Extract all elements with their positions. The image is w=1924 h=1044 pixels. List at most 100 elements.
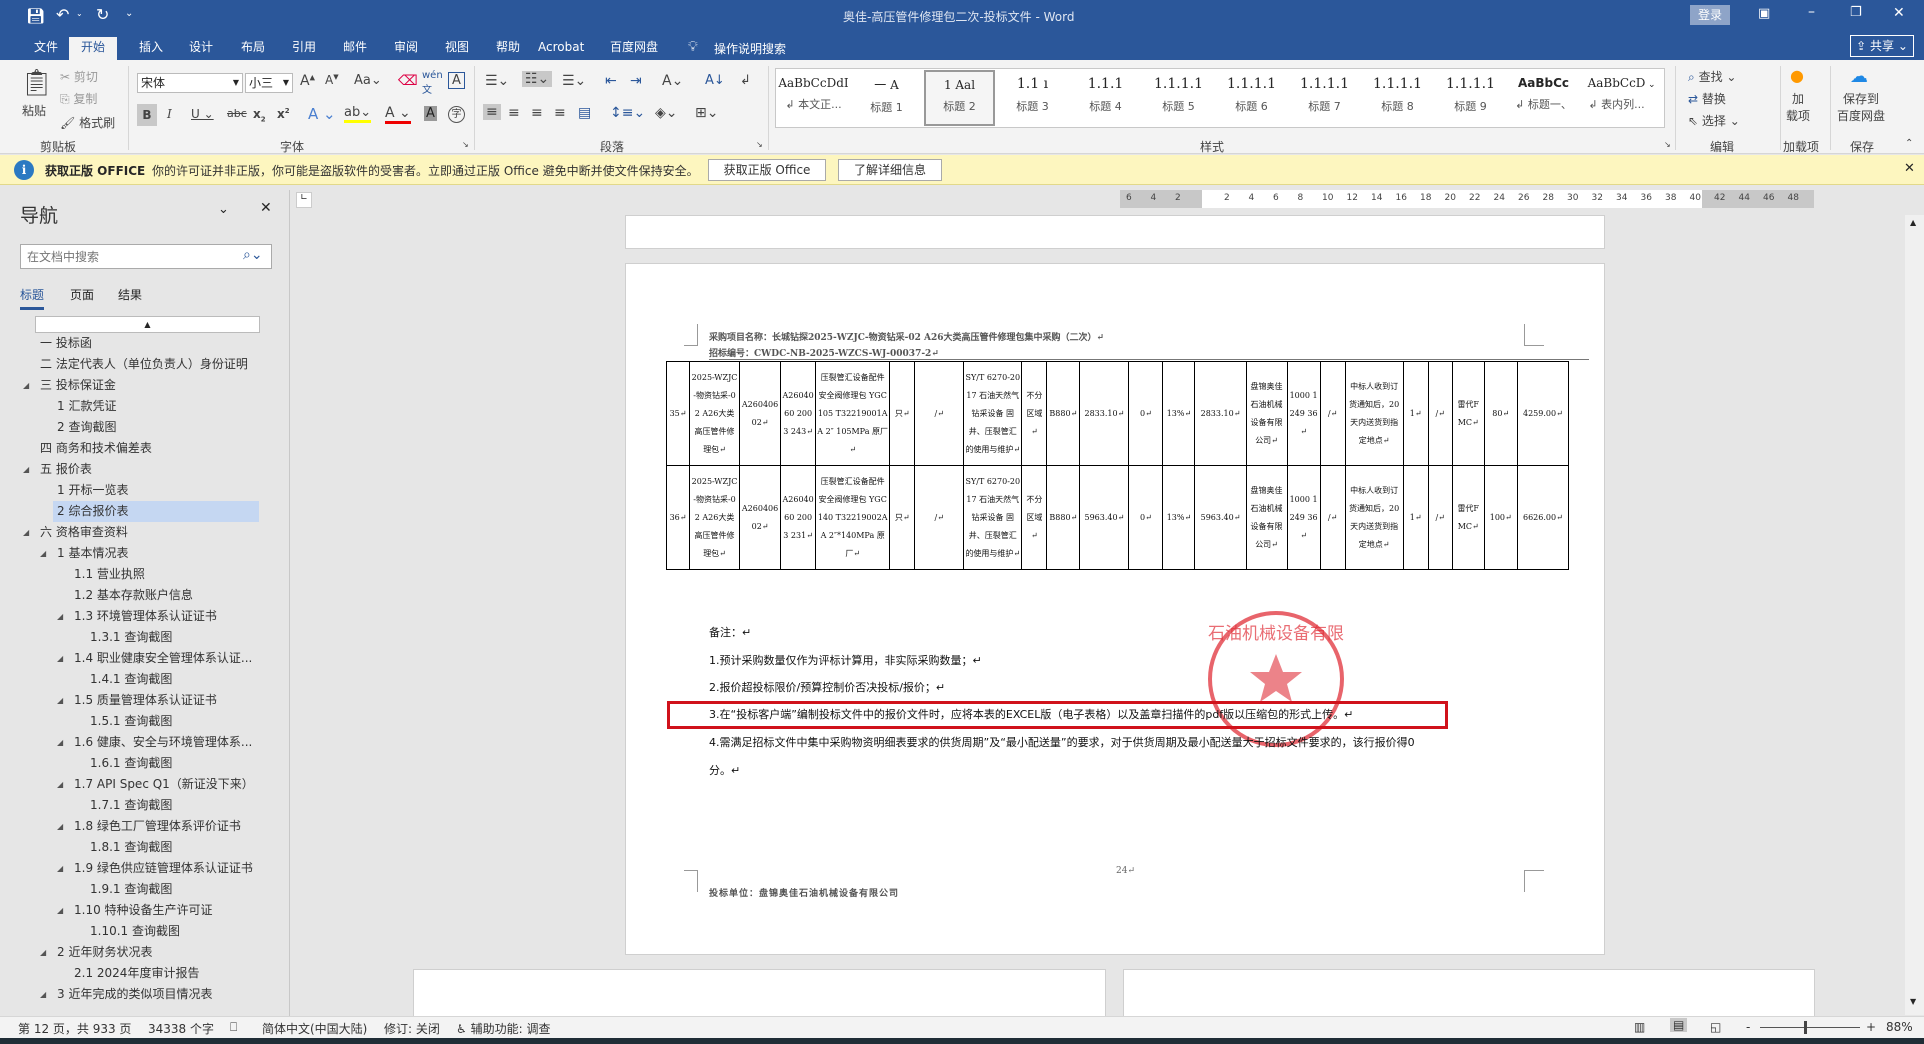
distributed-icon[interactable]: ▤ xyxy=(578,105,591,121)
table-cell[interactable]: /↵ xyxy=(1427,465,1453,570)
table-cell[interactable]: 100↵ xyxy=(1483,465,1518,570)
table-cell[interactable]: 1↵ xyxy=(1402,361,1429,466)
bullets-icon[interactable]: ☰⌄ xyxy=(485,73,509,89)
format-painter-button[interactable]: 🖌︎ 格式刷 xyxy=(60,114,115,131)
tab-acrobat[interactable]: Acrobat xyxy=(530,37,592,60)
table-cell[interactable]: /↵ xyxy=(1319,465,1346,570)
scroll-up-arrow[interactable]: ▲ xyxy=(1910,218,1916,227)
save-to-baidu-button[interactable]: 保存到 百度网盘 xyxy=(1837,90,1885,124)
table-cell[interactable]: 4259.00↵ xyxy=(1516,361,1570,466)
scroll-down-arrow[interactable]: ▼ xyxy=(1910,997,1916,1006)
table-cell[interactable]: 5963.40↵ xyxy=(1194,465,1247,570)
shrink-font-icon[interactable]: A▼ xyxy=(325,73,339,87)
nav-heading-item[interactable]: 1 汇款凭证 xyxy=(53,396,116,417)
expand-triangle-icon[interactable]: ◢ xyxy=(57,864,63,873)
nav-heading-item[interactable]: 3 近年完成的类似项目情况表 xyxy=(53,984,212,1005)
font-name-select[interactable]: 宋体 ▼ xyxy=(137,73,243,93)
share-button[interactable]: ⇪ 共享 ⌄ xyxy=(1850,35,1914,57)
zoom-slider[interactable] xyxy=(1760,1027,1860,1028)
tab-file[interactable]: 文件 xyxy=(26,37,66,60)
superscript-button[interactable]: x2 xyxy=(277,107,290,121)
expand-triangle-icon[interactable]: ◢ xyxy=(57,654,63,663)
table-cell[interactable]: 36↵ xyxy=(665,465,691,570)
table-cell[interactable]: 13%↵ xyxy=(1162,465,1196,570)
web-layout-icon[interactable]: ◱ xyxy=(1710,1020,1721,1034)
styles-dialog-launcher[interactable]: ↘ xyxy=(1664,140,1671,149)
table-cell[interactable]: 35↵ xyxy=(665,361,691,466)
nav-search-input[interactable] xyxy=(20,244,272,269)
addins-button[interactable]: 加 载项 xyxy=(1786,90,1810,124)
nav-heading-item[interactable]: 2 近年财务状况表 xyxy=(53,942,152,963)
nav-heading-item[interactable]: 1.8 绿色工厂管理体系评价证书 xyxy=(70,816,241,837)
nav-heading-item[interactable]: 1.4.1 查询截图 xyxy=(86,669,172,690)
print-layout-icon[interactable]: ▤ xyxy=(1670,1018,1688,1032)
nav-heading-item[interactable]: 1.6 健康、安全与环境管理体系... xyxy=(70,732,252,753)
align-center-icon[interactable]: ≡ xyxy=(508,105,520,121)
tab-help[interactable]: 帮助 xyxy=(488,37,528,60)
table-cell[interactable]: B880↵ xyxy=(1046,361,1081,466)
bold-button[interactable]: B xyxy=(137,104,157,126)
undo-icon[interactable]: ↶ xyxy=(56,5,69,24)
restore-icon[interactable]: ❐ xyxy=(1850,5,1862,20)
table-cell[interactable]: 只↵ xyxy=(889,465,916,570)
proofing-icon[interactable]: ⎕ xyxy=(230,1020,237,1035)
nav-heading-item[interactable]: 1.7.1 查询截图 xyxy=(86,795,172,816)
addins-icon[interactable]: ● xyxy=(1790,66,1804,85)
font-size-select[interactable]: 小三 ▼ xyxy=(245,73,293,93)
table-cell[interactable]: /↵ xyxy=(1427,361,1453,466)
show-marks-icon[interactable]: ↲ xyxy=(740,73,751,88)
asian-layout-icon[interactable]: A⌄ xyxy=(662,73,683,89)
underline-button[interactable]: U ⌄ xyxy=(191,107,214,121)
align-right-icon[interactable]: ≡ xyxy=(531,105,543,121)
table-cell[interactable]: A26040602↵ xyxy=(739,361,782,466)
table-cell[interactable]: /↵ xyxy=(914,361,965,466)
page-count[interactable]: 第 12 页，共 933 页 xyxy=(18,1020,131,1037)
change-case-icon[interactable]: Aa⌄ xyxy=(354,73,382,88)
character-shading-icon[interactable]: A xyxy=(424,106,437,121)
table-cell[interactable]: SY/T 6270-2017 石油天然气钻采设备 固井、压裂管汇的使用与维护↵ xyxy=(963,465,1023,570)
copy-button[interactable]: ⎘ 复制 xyxy=(60,90,97,107)
nav-heading-item[interactable]: 2 查询截图 xyxy=(53,417,116,438)
nav-heading-item[interactable]: 1.8.1 查询截图 xyxy=(86,837,172,858)
style-2[interactable]: 1 Aal 标题 2 xyxy=(924,70,995,126)
nav-heading-item[interactable]: 五 报价表 xyxy=(36,459,92,480)
style-6[interactable]: 1.1.1.1 标题 6 xyxy=(1216,70,1287,126)
nav-heading-item[interactable]: 1.3 环境管理体系认证证书 xyxy=(70,606,217,627)
nav-heading-item[interactable]: 2.1 2024年度审计报告 xyxy=(70,963,199,984)
redo-icon[interactable]: ↻ xyxy=(96,5,109,24)
font-dialog-launcher[interactable]: ↘ xyxy=(462,140,469,149)
expand-triangle-icon[interactable]: ◢ xyxy=(57,780,63,789)
table-cell[interactable]: /↵ xyxy=(1319,361,1346,466)
nav-options-icon[interactable]: ⌄ xyxy=(218,202,229,217)
select-button[interactable]: ⇖ 选择 ⌄ xyxy=(1688,112,1740,129)
borders-icon[interactable]: ⊞⌄ xyxy=(695,105,718,121)
table-cell[interactable]: 盘锦奥佳石油机械设备有限公司↵ xyxy=(1245,465,1288,570)
nav-heading-item[interactable]: 1.2 基本存款账户信息 xyxy=(70,585,193,606)
strikethrough-button[interactable]: abc xyxy=(227,107,247,120)
style-7[interactable]: 1.1.1.1 标题 7 xyxy=(1289,70,1360,126)
justify-icon[interactable]: ≡ xyxy=(554,105,566,121)
expand-triangle-icon[interactable]: ◢ xyxy=(57,738,63,747)
nav-heading-item[interactable]: 1.10 特种设备生产许可证 xyxy=(70,900,213,921)
table-cell[interactable]: A26040602↵ xyxy=(739,465,782,570)
tab-layout[interactable]: 布局 xyxy=(233,37,273,60)
expand-triangle-icon[interactable]: ◢ xyxy=(40,948,46,957)
accessibility-status[interactable]: ♿︎ 辅助功能: 调查 xyxy=(456,1020,550,1037)
nav-close-icon[interactable]: ✕ xyxy=(260,200,272,216)
nav-tab-headings[interactable]: 标题 xyxy=(20,286,45,310)
track-changes-status[interactable]: 修订: 关闭 xyxy=(384,1020,440,1037)
tab-mailings[interactable]: 邮件 xyxy=(335,37,375,60)
character-border-icon[interactable]: A xyxy=(448,72,465,89)
nav-heading-item[interactable]: 1.7 API Spec Q1（新证没下来） xyxy=(70,774,254,795)
tab-references[interactable]: 引用 xyxy=(284,37,324,60)
expand-triangle-icon[interactable]: ◢ xyxy=(23,528,29,537)
tab-insert[interactable]: 插入 xyxy=(131,37,171,60)
nav-heading-item[interactable]: 1.4 职业健康安全管理体系认证... xyxy=(70,648,252,669)
styles-more-icon[interactable]: ⌄ xyxy=(1648,80,1656,90)
table-cell[interactable]: 13%↵ xyxy=(1162,361,1196,466)
nav-tab-pages[interactable]: 页面 xyxy=(70,286,94,303)
paste-icon[interactable]: 📋︎ xyxy=(20,68,53,98)
clear-formatting-icon[interactable]: ⌫ xyxy=(398,73,418,89)
get-genuine-button[interactable]: 获取正版 Office xyxy=(708,159,826,181)
table-cell[interactable]: A2604060 2003 243↵ xyxy=(780,361,817,466)
